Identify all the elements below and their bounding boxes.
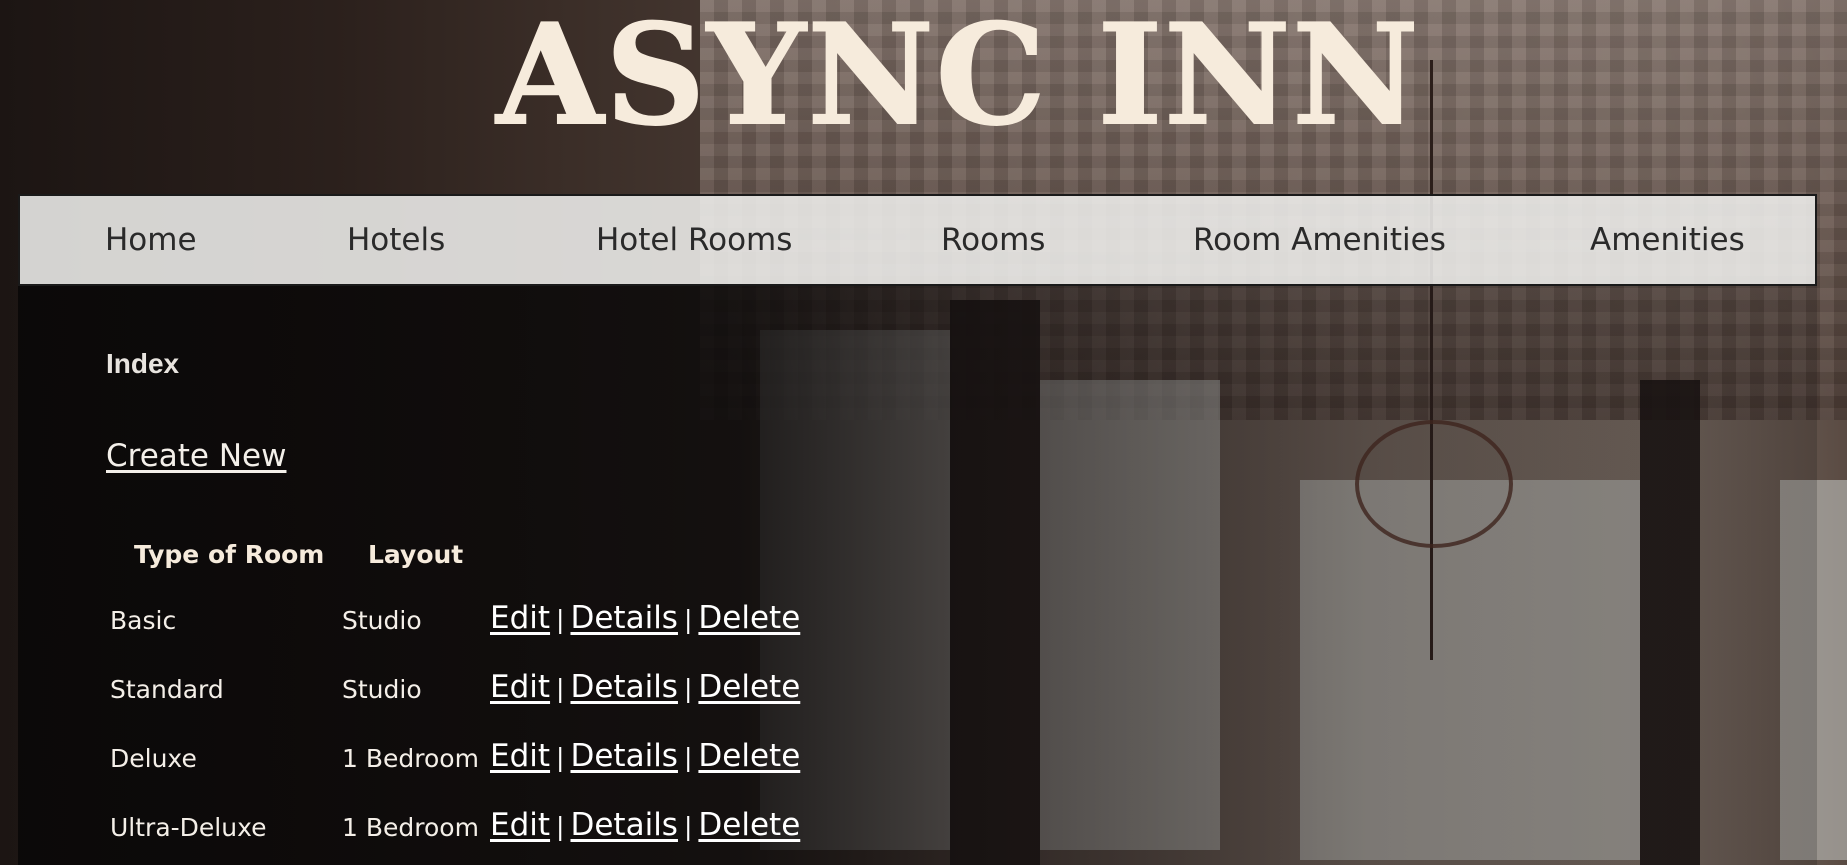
edit-link[interactable]: Edit [490,669,550,705]
action-separator: | [683,674,693,703]
cell-layout: Studio [342,675,422,704]
action-separator: | [683,812,693,841]
main-nav: Home Hotels Hotel Rooms Rooms Room Ameni… [18,194,1817,286]
nav-item-hotel-rooms[interactable]: Hotel Rooms [596,196,792,284]
delete-link[interactable]: Delete [698,669,800,705]
cell-type-of-room: Standard [110,675,224,704]
edit-link[interactable]: Edit [490,600,550,636]
cell-layout: Studio [342,606,422,635]
cell-type-of-room: Deluxe [110,744,197,773]
action-separator: | [683,605,693,634]
nav-item-amenities[interactable]: Amenities [1590,196,1745,284]
action-separator: | [556,812,565,841]
delete-link[interactable]: Delete [698,807,800,843]
details-link[interactable]: Details [570,669,677,705]
delete-link[interactable]: Delete [698,738,800,774]
action-separator: | [556,674,565,703]
site-title: ASYNC INN [495,0,1421,156]
edit-link[interactable]: Edit [490,807,550,843]
action-separator: | [556,605,565,634]
nav-item-home[interactable]: Home [105,196,197,284]
row-actions: Edit | Details | Delete [490,669,800,705]
nav-item-room-amenities[interactable]: Room Amenities [1193,196,1446,284]
nav-item-rooms[interactable]: Rooms [941,196,1045,284]
nav-item-hotels[interactable]: Hotels [347,196,445,284]
cell-layout: 1 Bedroom [342,744,479,773]
column-header-type-of-room: Type of Room [134,540,325,569]
row-actions: Edit | Details | Delete [490,738,800,774]
create-new-link[interactable]: Create New [106,438,286,474]
details-link[interactable]: Details [570,738,677,774]
action-separator: | [556,743,565,772]
column-header-layout: Layout [368,540,464,569]
row-actions: Edit | Details | Delete [490,807,800,843]
details-link[interactable]: Details [570,807,677,843]
cell-type-of-room: Basic [110,606,177,635]
cell-type-of-room: Ultra-Deluxe [110,813,267,842]
page-title: Index [106,348,180,379]
details-link[interactable]: Details [570,600,677,636]
action-separator: | [683,743,693,772]
edit-link[interactable]: Edit [490,738,550,774]
content-panel [18,286,1817,865]
cell-layout: 1 Bedroom [342,813,479,842]
row-actions: Edit | Details | Delete [490,600,800,636]
delete-link[interactable]: Delete [698,600,800,636]
